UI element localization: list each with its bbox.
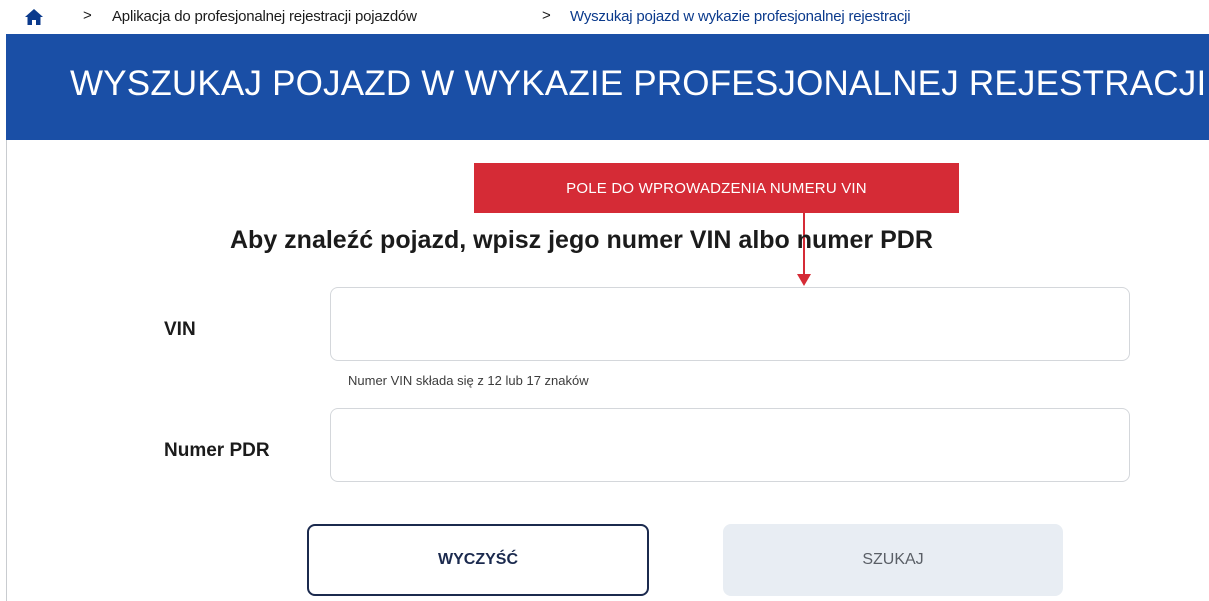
vin-input[interactable] [330,287,1130,361]
annotation-label: POLE DO WPROWADZENIA NUMERU VIN [566,179,867,197]
vin-label: VIN [164,319,196,340]
vin-hint: Numer VIN składa się z 12 lub 17 znaków [348,373,589,388]
breadcrumb: > Aplikacja do profesjonalnej rejestracj… [0,0,1209,34]
annotation-arrow-icon [797,274,811,286]
chevron-right-icon: > [542,7,551,24]
annotation-callout: POLE DO WPROWADZENIA NUMERU VIN [474,163,959,213]
page-title: WYSZUKAJ POJAZD W WYKAZIE PROFESJONALNEJ… [70,64,1207,103]
chevron-right-icon: > [83,7,92,24]
home-icon[interactable] [24,8,44,26]
pdr-input[interactable] [330,408,1130,482]
page-header-banner: WYSZUKAJ POJAZD W WYKAZIE PROFESJONALNEJ… [6,34,1209,140]
breadcrumb-item-current[interactable]: Wyszukaj pojazd w wykazie profesjonalnej… [570,8,911,25]
form-heading: Aby znaleźć pojazd, wpisz jego numer VIN… [230,226,933,254]
page: > Aplikacja do profesjonalnej rejestracj… [0,0,1209,601]
clear-button[interactable]: WYCZYŚĆ [307,524,649,596]
breadcrumb-item-app[interactable]: Aplikacja do profesjonalnej rejestracji … [112,8,417,25]
pdr-label: Numer PDR [164,440,270,461]
search-button[interactable]: SZUKAJ [723,524,1063,596]
